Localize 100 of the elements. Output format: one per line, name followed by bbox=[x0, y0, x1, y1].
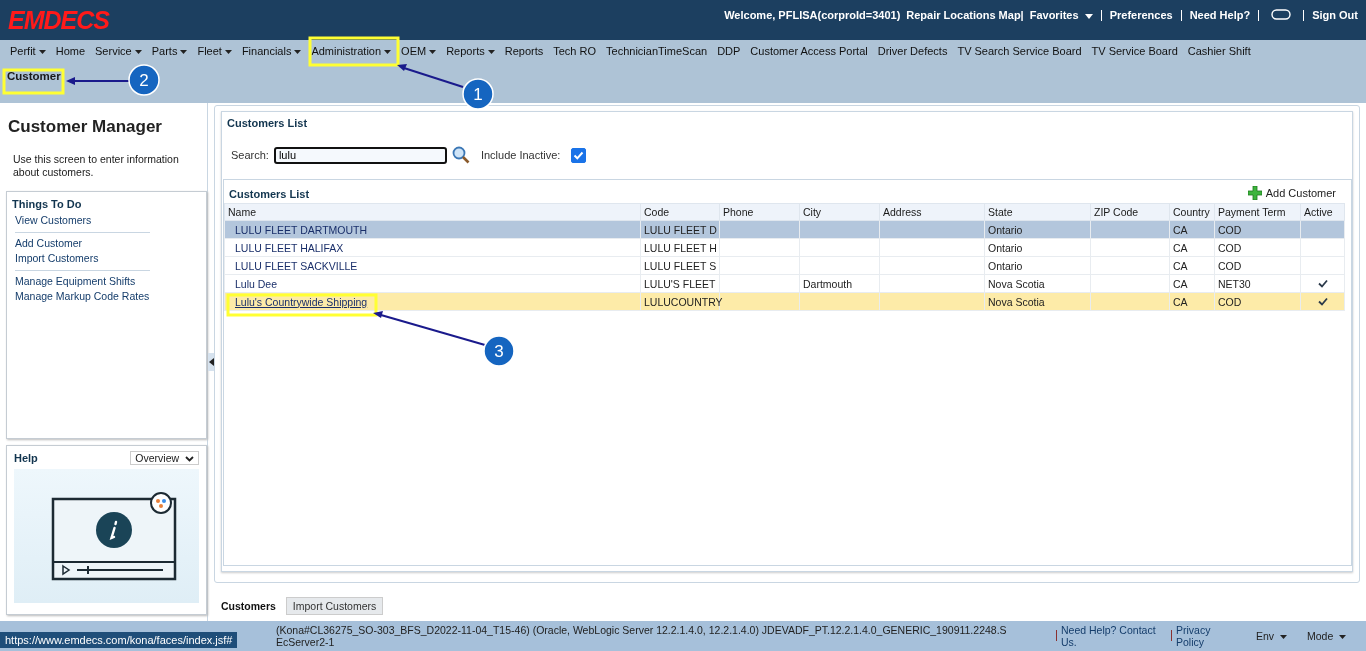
task-link[interactable]: Add Customer bbox=[15, 237, 83, 249]
version-info: (Kona#CL36275_SO-303_BFS_D2022-11-04_T15-46) (Oracle, WebLogic Server 12.2.1.4.0, 12.2.1.4.0) JDEVADF_PT.12.2.1.4.0_GENERIC_190911.2248.S EcServer2-1 bbox=[276, 624, 1008, 648]
status-url-tooltip: https://www.emdecs.com/kona/faces/index.jsf# bbox=[0, 632, 238, 648]
customer-name-link[interactable]: Lulu Dee bbox=[235, 277, 278, 290]
callout-badge: 3 bbox=[483, 335, 515, 367]
plus-icon bbox=[1247, 186, 1262, 200]
table-cell: Nova Scotia bbox=[988, 277, 1045, 290]
task-link[interactable]: Import Customers bbox=[15, 252, 99, 264]
footer-menu[interactable]: Env bbox=[1256, 630, 1287, 642]
nav-menu-item[interactable]: Service bbox=[90, 45, 147, 57]
table-cell: COD bbox=[1218, 223, 1242, 236]
help-link[interactable]: Need Help? Contact Us. bbox=[1061, 624, 1161, 648]
page-description: Use this screen to enter information about customers. bbox=[13, 153, 180, 179]
chevron-icon bbox=[185, 456, 194, 463]
column-header[interactable]: ZIP Code bbox=[1090, 203, 1170, 221]
caret-icon bbox=[1339, 635, 1347, 640]
table-row[interactable]: Lulu's Countrywide Shipping LULUCOUNTRY Nova Scotia CA COD bbox=[224, 292, 1345, 311]
favorites-menu[interactable]: Favorites bbox=[1029, 9, 1093, 21]
table-cell: Ontario bbox=[988, 259, 1023, 272]
table-cell: Ontario bbox=[988, 223, 1023, 236]
table-cell: LULU'S FLEET bbox=[644, 277, 716, 290]
table-cell: CA bbox=[1173, 295, 1188, 308]
table-cell: CA bbox=[1173, 259, 1188, 272]
nav-menu-item[interactable]: TV Service Board bbox=[1086, 45, 1183, 57]
arrow bbox=[66, 77, 130, 85]
nav-menu-item[interactable]: Administration bbox=[306, 45, 397, 57]
table-row[interactable]: LULU FLEET DARTMOUTH LULU FLEET D Ontario CA COD bbox=[224, 220, 1345, 239]
panel-title: Customers List bbox=[227, 117, 309, 129]
nav-menu-item[interactable]: Parts bbox=[146, 45, 193, 57]
nav-menu-item[interactable]: Financials bbox=[236, 45, 307, 57]
nav-menu-item[interactable]: Fleet bbox=[192, 45, 237, 57]
nav-menu-item[interactable]: Reports bbox=[441, 45, 500, 57]
table-cell: NET30 bbox=[1218, 277, 1251, 290]
table-cell: Ontario bbox=[988, 241, 1023, 254]
search-icon[interactable] bbox=[451, 146, 470, 164]
task-link[interactable]: Manage Markup Code Rates bbox=[15, 290, 150, 302]
nav-menu-item[interactable]: OEM bbox=[396, 45, 442, 57]
table-cell: COD bbox=[1218, 295, 1242, 308]
column-header[interactable]: State bbox=[984, 203, 1091, 221]
breadcrumb: Customer bbox=[7, 70, 61, 82]
nav-menu-item[interactable]: Tech RO bbox=[548, 45, 602, 57]
header-link[interactable]: Preferences bbox=[1109, 9, 1173, 21]
caret-icon bbox=[1280, 635, 1287, 640]
column-header[interactable]: Country bbox=[1169, 203, 1215, 221]
nav-menu-item[interactable]: Cashier Shift bbox=[1182, 45, 1256, 57]
column-header[interactable]: Payment Term bbox=[1214, 203, 1301, 221]
include-inactive-label: Include Inactive: bbox=[480, 149, 561, 161]
callout-badge: 1 bbox=[462, 78, 494, 110]
callout-badge: 2 bbox=[128, 64, 160, 96]
column-header[interactable]: Name bbox=[224, 203, 641, 221]
column-header[interactable]: City bbox=[799, 203, 880, 221]
task-link[interactable]: Manage Equipment Shifts bbox=[15, 275, 136, 287]
nav-menu-item[interactable]: Reports bbox=[499, 45, 549, 57]
task-link[interactable]: View Customers bbox=[15, 214, 92, 226]
nav-menu-item[interactable]: Perfit bbox=[5, 45, 51, 57]
privacy-link[interactable]: Privacy Policy bbox=[1176, 624, 1236, 648]
table-cell: CA bbox=[1173, 241, 1188, 254]
header-link[interactable]: Need Help? bbox=[1189, 9, 1251, 21]
table-cell: CA bbox=[1173, 223, 1188, 236]
chat-icon[interactable] bbox=[1271, 9, 1292, 21]
logo: EMDECS bbox=[8, 5, 109, 35]
table-cell: COD bbox=[1218, 259, 1242, 272]
highlight-frame bbox=[2, 68, 65, 95]
table-row[interactable]: LULU FLEET SACKVILLE LULU FLEET S Ontario CA COD bbox=[224, 256, 1345, 275]
welcome-text: Welcome, PFLISA(corproId=3401) bbox=[724, 9, 901, 21]
table-cell: COD bbox=[1218, 241, 1242, 254]
table-cell: LULU FLEET D bbox=[644, 223, 717, 236]
column-header[interactable]: Code bbox=[640, 203, 720, 221]
nav-menu-item[interactable]: Home bbox=[50, 45, 91, 57]
header-link[interactable]: Repair Locations Map| bbox=[906, 9, 1024, 21]
nav-menu-item[interactable]: DDP bbox=[712, 45, 746, 57]
customer-name-link[interactable]: LULU FLEET HALIFAX bbox=[235, 241, 344, 254]
table-row[interactable]: LULU FLEET HALIFAX LULU FLEET H Ontario CA COD bbox=[224, 238, 1345, 257]
table-cell: Nova Scotia bbox=[988, 295, 1045, 308]
nav-menu-item[interactable]: Driver Defects bbox=[872, 45, 953, 57]
tab[interactable]: Import Customers bbox=[285, 597, 384, 615]
caret-icon bbox=[1084, 13, 1093, 19]
nav-menu-item[interactable]: Customer Access Portal bbox=[745, 45, 873, 57]
header-link[interactable]: Sign Out bbox=[1312, 9, 1358, 21]
table-cell: LULUCOUNTRY bbox=[644, 295, 723, 308]
column-header[interactable]: Address bbox=[879, 203, 985, 221]
add-customer-button[interactable]: Add Customer bbox=[1247, 186, 1336, 200]
search-label: Search: bbox=[231, 149, 269, 161]
table-cell: LULU FLEET H bbox=[644, 241, 717, 254]
page-title: Customer Manager bbox=[8, 117, 163, 137]
table-cell: Dartmouth bbox=[803, 277, 853, 290]
table-cell: LULU FLEET S bbox=[644, 259, 717, 272]
panel-title: Things To Do bbox=[12, 198, 83, 210]
search-field[interactable]: lulu bbox=[273, 146, 447, 164]
column-header[interactable]: Phone bbox=[719, 203, 800, 221]
nav-menu-item[interactable]: TV Search Service Board bbox=[952, 45, 1087, 57]
column-header[interactable]: Active bbox=[1300, 203, 1345, 221]
footer-menu[interactable]: Mode bbox=[1307, 630, 1347, 642]
panel-title: Help bbox=[14, 452, 38, 464]
table-cell: CA bbox=[1173, 277, 1188, 290]
table-row[interactable]: Lulu Dee LULU'S FLEET Dartmouth Nova Scotia CA NET30 bbox=[224, 274, 1345, 293]
nav-menu-item[interactable]: TechnicianTimeScan bbox=[601, 45, 713, 57]
collapse-handle[interactable] bbox=[207, 353, 215, 371]
arrow bbox=[397, 64, 464, 88]
help-dropdown[interactable]: Overview bbox=[130, 451, 199, 465]
